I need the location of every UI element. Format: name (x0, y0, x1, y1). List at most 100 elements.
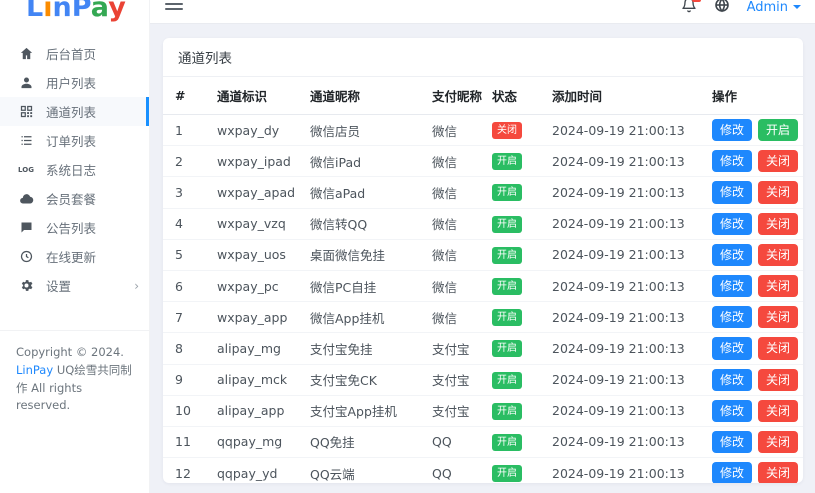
row-actions: 修改 关闭 (700, 364, 803, 396)
row-actions: 修改 关闭 (700, 208, 803, 240)
channel-id: wxpay_uos (205, 239, 298, 271)
channel-id: qqpay_yd (205, 457, 298, 483)
payment-nickname: 支付宝 (420, 364, 480, 396)
row-actions: 修改 关闭 (700, 395, 803, 427)
sidebar-item-user[interactable]: 用户列表 (0, 68, 149, 97)
disable-button[interactable]: 关闭 (758, 243, 799, 266)
added-time: 2024-09-19 21:00:13 (540, 426, 700, 459)
row-actions: 修改 关闭 (700, 301, 803, 334)
main-content: 通道列表 # 通道标识 通道昵称 支付昵称 状态 添加时间 操作 1 wxpay_dy 微信… (150, 24, 815, 493)
channel-nickname: 微信PC自挂 (298, 270, 420, 303)
linpay-link[interactable]: LinPay (16, 363, 53, 377)
row-index: 8 (163, 332, 205, 365)
payment-nickname: 支付宝 (420, 332, 480, 365)
added-time: 2024-09-19 21:00:13 (540, 270, 700, 303)
disable-button[interactable]: 关闭 (758, 274, 799, 298)
payment-nickname: 微信 (420, 239, 480, 271)
added-time: 2024-09-19 21:00:13 (540, 114, 700, 147)
disable-button[interactable]: 关闭 (758, 212, 799, 235)
status-badge: 开启 (492, 215, 522, 233)
disable-button[interactable]: 关闭 (758, 337, 799, 360)
column-header: 通道昵称 (298, 77, 420, 115)
payment-nickname: 微信 (420, 208, 480, 240)
row-index: 7 (163, 301, 205, 334)
row-actions: 修改 关闭 (700, 426, 803, 459)
copyright: Copyright © 2024. LinPay UQ绘雪共同制作 All ri… (0, 330, 149, 415)
edit-button[interactable]: 修改 (712, 212, 753, 235)
status-badge: 开启 (492, 184, 522, 202)
payment-nickname: QQ (420, 457, 480, 483)
brand-letter: P (71, 0, 91, 23)
added-time: 2024-09-19 21:00:13 (540, 208, 700, 240)
channel-nickname: 支付宝免挂 (298, 332, 420, 365)
table-row: 2 wxpay_ipad 微信iPad 微信 开启 2024-09-19 21:… (163, 145, 803, 178)
sidebar-item-orders[interactable]: 订单列表 (0, 126, 149, 155)
row-index: 10 (163, 395, 205, 427)
sidebar-item-channels[interactable]: 通道列表 (0, 97, 149, 126)
status-badge: 开启 (492, 309, 522, 327)
channel-nickname: 微信转QQ (298, 208, 420, 240)
edit-button[interactable]: 修改 (712, 243, 753, 266)
disable-button[interactable]: 关闭 (758, 150, 799, 173)
edit-button[interactable]: 修改 (712, 150, 753, 173)
edit-button[interactable]: 修改 (712, 462, 753, 483)
sidebar-item-label: 通道列表 (46, 105, 97, 120)
notification-badge (691, 0, 701, 2)
user-icon (18, 75, 34, 91)
update-icon (18, 249, 34, 265)
sidebar-item-label: 后台首页 (46, 47, 97, 62)
row-actions: 修改 关闭 (700, 176, 803, 209)
payment-nickname: 微信 (420, 176, 480, 209)
enable-button[interactable]: 开启 (758, 119, 799, 142)
edit-button[interactable]: 修改 (712, 181, 753, 204)
brand-letter: a (90, 0, 109, 23)
channels-icon (18, 104, 34, 120)
log-icon: LOG (18, 165, 34, 174)
topbar-actions: Admin (681, 0, 801, 17)
globe-icon (714, 0, 730, 17)
disable-button[interactable]: 关闭 (758, 181, 799, 204)
sidebar-item-label: 公告列表 (46, 221, 97, 236)
added-time: 2024-09-19 21:00:13 (540, 145, 700, 178)
disable-button[interactable]: 关闭 (758, 430, 799, 454)
edit-button[interactable]: 修改 (712, 306, 753, 329)
column-header: 操作 (700, 77, 803, 115)
sidebar-item-cloud[interactable]: 会员套餐 (0, 184, 149, 213)
disable-button[interactable]: 关闭 (758, 368, 799, 391)
edit-button[interactable]: 修改 (712, 119, 753, 142)
channel-nickname: 微信App挂机 (298, 301, 420, 334)
disable-button[interactable]: 关闭 (758, 462, 799, 483)
added-time: 2024-09-19 21:00:13 (540, 364, 700, 396)
channel-nickname: 支付宝免CK (298, 364, 420, 396)
user-menu[interactable]: Admin (747, 0, 801, 15)
table-body: 1 wxpay_dy 微信店员 微信 关闭 2024-09-19 21:00:1… (163, 114, 803, 483)
sidebar-item-settings[interactable]: 设置 › (0, 271, 149, 300)
globe-button[interactable] (714, 0, 730, 17)
edit-button[interactable]: 修改 (712, 337, 753, 360)
sidebar-item-log[interactable]: LOG 系统日志 (0, 155, 149, 184)
orders-icon (18, 133, 34, 149)
payment-nickname: 支付宝 (420, 395, 480, 427)
edit-button[interactable]: 修改 (712, 430, 753, 454)
row-actions: 修改 关闭 (700, 457, 803, 483)
brand-letter: L (26, 0, 44, 23)
payment-nickname: 微信 (420, 145, 480, 178)
chevron-right-icon: › (134, 278, 139, 293)
user-menu-label: Admin (746, 0, 788, 15)
edit-button[interactable]: 修改 (712, 274, 753, 298)
disable-button[interactable]: 关闭 (758, 306, 799, 329)
column-header: 添加时间 (540, 77, 700, 115)
sidebar-item-label: 会员套餐 (46, 192, 97, 207)
notifications-button[interactable] (681, 0, 701, 17)
edit-button[interactable]: 修改 (712, 368, 753, 391)
channel-nickname: 微信店员 (298, 114, 420, 147)
brand-logo[interactable]: LinPay (26, 0, 175, 23)
sidebar-item-home[interactable]: 后台首页 (0, 39, 149, 68)
payment-nickname: QQ (420, 426, 480, 459)
disable-button[interactable]: 关闭 (758, 399, 799, 422)
channel-list-card: 通道列表 # 通道标识 通道昵称 支付昵称 状态 添加时间 操作 1 wxpay_dy 微信… (163, 38, 803, 483)
edit-button[interactable]: 修改 (712, 399, 753, 422)
sidebar-item-announcement[interactable]: 公告列表 (0, 213, 149, 242)
status-badge: 开启 (492, 153, 522, 171)
sidebar-item-update[interactable]: 在线更新 (0, 242, 149, 271)
